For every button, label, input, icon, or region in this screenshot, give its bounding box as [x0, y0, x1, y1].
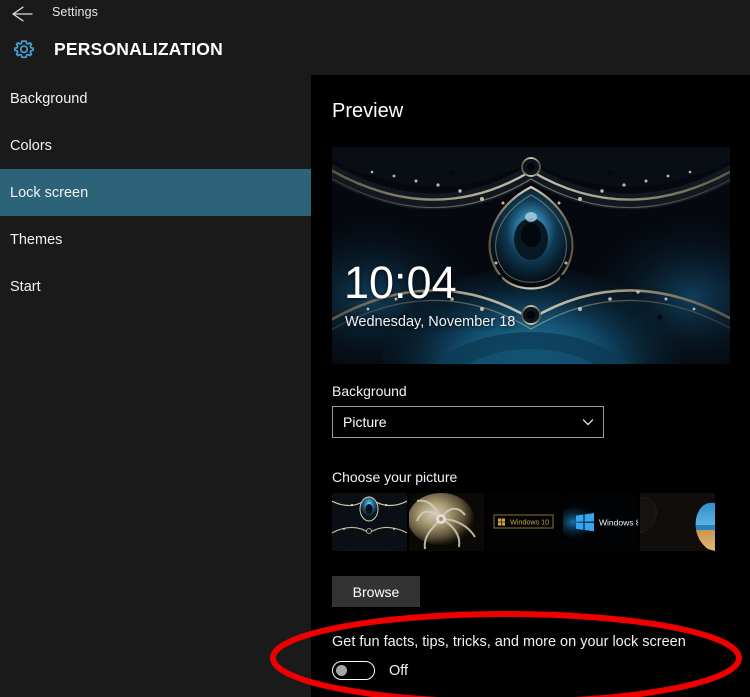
preview-heading: Preview — [332, 100, 404, 122]
lock-screen-preview[interactable]: 10:04 Wednesday, November 18 — [332, 147, 730, 364]
lock-screen-tips-state: Off — [389, 662, 409, 679]
thumbnail-blue-fractal-dome[interactable] — [332, 493, 407, 551]
sidebar-item-label: Themes — [10, 231, 63, 248]
page-header: PERSONALIZATION — [0, 28, 750, 75]
lock-screen-tips-label: Get fun facts, tips, tricks, and more on… — [332, 634, 686, 650]
sidebar-item-label: Background — [10, 90, 88, 107]
sidebar: Background Colors Lock screen Themes Sta… — [0, 75, 311, 697]
sidebar-item-colors[interactable]: Colors — [0, 122, 311, 169]
background-label: Background — [332, 383, 407, 399]
settings-window: Settings PERSONALIZATION Background Colo… — [0, 0, 750, 697]
thumbnail-gold-fractal-spiral[interactable] — [409, 493, 484, 551]
browse-button[interactable]: Browse — [332, 576, 420, 607]
svg-text:Windows 10: Windows 10 — [510, 518, 549, 527]
choose-picture-label: Choose your picture — [332, 469, 458, 485]
thumbnail-windows-10-logo[interactable]: Windows 10 — [486, 493, 561, 551]
main-content: Preview 10:04 Wednesday, November 18 Bac… — [311, 75, 750, 697]
toggle-knob — [336, 665, 347, 676]
back-arrow-icon[interactable] — [10, 4, 36, 24]
sidebar-item-label: Lock screen — [10, 184, 89, 201]
sidebar-item-themes[interactable]: Themes — [0, 216, 311, 263]
sidebar-item-background[interactable]: Background — [0, 75, 311, 122]
background-dropdown[interactable]: Picture — [332, 406, 604, 438]
sidebar-item-start[interactable]: Start — [0, 263, 311, 310]
title-bar: Settings — [0, 0, 750, 28]
background-dropdown-value: Picture — [343, 414, 387, 430]
lock-screen-tips-toggle[interactable] — [332, 661, 375, 680]
preview-clock: 10:04 — [344, 257, 457, 308]
sidebar-item-lock-screen[interactable]: Lock screen — [0, 169, 311, 216]
gear-icon — [10, 36, 38, 64]
thumbnail-beach-cave-photo[interactable] — [640, 493, 715, 551]
preview-wallpaper — [332, 147, 730, 364]
window-title: Settings — [52, 5, 98, 19]
sidebar-item-label: Colors — [10, 137, 52, 154]
picture-thumbnail-list: Windows 10 Windows 8 — [332, 493, 715, 551]
thumbnail-windows-8-logo[interactable]: Windows 8 — [563, 493, 638, 551]
sidebar-item-label: Start — [10, 278, 41, 295]
svg-text:Windows 8: Windows 8 — [599, 518, 638, 528]
preview-date: Wednesday, November 18 — [345, 314, 516, 330]
lock-screen-tips-row: Off — [332, 661, 408, 680]
page-title: PERSONALIZATION — [54, 39, 223, 59]
chevron-down-icon — [581, 415, 595, 429]
